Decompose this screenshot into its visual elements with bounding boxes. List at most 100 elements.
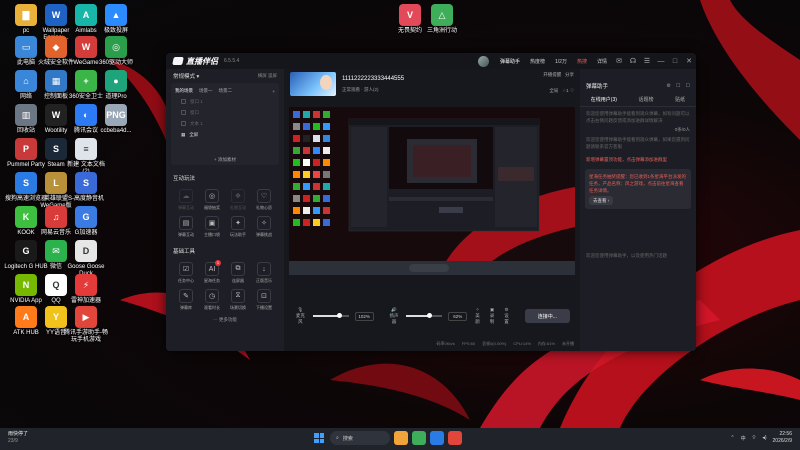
microphone-percent[interactable]: 102% [354,311,374,321]
metric-detail[interactable]: 详情 [592,58,612,65]
desktop-icon[interactable]: ● 道理Pro [94,70,138,101]
connect-button[interactable]: 连接中... [524,309,571,323]
tool-button[interactable]: ♡ 礼物心愿 [251,189,277,211]
user-avatar[interactable] [477,55,489,67]
taskbar-app-icon[interactable] [412,431,426,445]
close-button[interactable]: ✕ [682,53,696,69]
title-bar[interactable]: 直播伴侣 6.5.5.4 弹幕助手 热度榜 1/2万 热搜 详情 ✉ ☊ ☰ —… [166,53,696,69]
checkbox-icon[interactable] [181,110,186,115]
desktop-icon[interactable]: ▶ 腾讯手游助手-畅玩手机游戏 [64,306,108,344]
live-companion-window[interactable]: 直播伴侣 6.5.5.4 弹幕助手 热度榜 1/2万 热搜 详情 ✉ ☊ ☰ —… [166,53,696,351]
microphone-control[interactable]: 🎙 麦克风 [294,307,307,325]
app-icon: ● [105,70,127,92]
live-reminder-button[interactable]: 开播提醒 [543,72,561,77]
speaker-control[interactable]: 🔊 扬声器 [388,307,401,325]
speaker-slider[interactable] [406,313,443,318]
room-cover[interactable] [290,72,336,96]
checkbox-icon[interactable] [181,99,186,104]
tool-button[interactable]: ⧖ 场景切换 [225,289,251,311]
tool-button[interactable]: ▤ 弹幕互动 [173,216,199,238]
record-button[interactable]: ▣ 录制 [488,307,497,325]
tab-stickers[interactable]: 贴纸 [675,96,685,103]
tool-button[interactable]: ⧉ 连屏器 [225,262,251,284]
landscape-toggle[interactable]: 横屏 [258,73,267,78]
scene-tab-1[interactable]: 场景一 [199,88,213,94]
tray-chevron-icon[interactable]: ⌃ [730,435,734,441]
tool-label: 正版音乐 [256,278,272,283]
desktop-icon[interactable]: △ 三角洲行动 [420,4,464,35]
slider-handle[interactable] [336,313,342,318]
scene-tab-2[interactable]: 场景二 [219,88,233,94]
tab-topics[interactable]: 话题榜 [639,96,654,103]
tool-button[interactable]: ☑ 任务中心 [173,262,199,284]
weather-widget[interactable]: 雨快停了 23/9 [8,431,28,445]
metric-rank[interactable]: 热度榜 [525,58,550,65]
maximize-button[interactable]: □ [668,53,682,69]
tool-icon: ♡ [257,189,271,203]
app-icon: G [75,206,97,228]
desktop-icon[interactable]: S S-高度静音机 [64,172,108,203]
more-functions-button[interactable]: ··· 更多功能 [171,317,279,323]
menu-icon[interactable]: ☰ [640,53,654,69]
slider-handle[interactable] [426,313,432,318]
tab-online-users[interactable]: 在线用户(3) [591,96,617,103]
speaker-percent[interactable]: 62% [448,311,468,321]
source-item[interactable]: 窗口 [175,107,275,118]
desktop-icon[interactable]: DGoose Goose Duck [64,240,108,278]
tool-button[interactable]: ⊡ 下播设置 [251,289,277,311]
popout-icon[interactable]: ☐ [676,83,680,89]
taskbar-app-icon[interactable] [448,431,462,445]
taskbar-app-icon[interactable] [430,431,444,445]
mode-selector[interactable]: 常规模式 ▾ [173,72,199,80]
clock[interactable]: 22:56 2026/2/9 [773,431,792,445]
add-material-button[interactable]: + 添加素材 [171,157,279,163]
beauty-button[interactable]: ✧ 美颜 [473,307,482,325]
source-item[interactable]: 窗口 1 [175,96,275,107]
microphone-slider[interactable] [312,313,349,318]
tool-button[interactable]: ✦ 玩法助手 [225,216,251,238]
tool-icon: AI 1 [205,260,221,276]
tool-button[interactable]: ↓ 正版音乐 [251,262,277,284]
danmu-assist-tag[interactable]: 弹幕助手 [495,58,525,65]
tool-button[interactable]: AI 1 星海任务 [199,260,225,284]
tool-button[interactable]: ◎ 福袋抽奖 [199,189,225,211]
window-icon[interactable]: ☐ [686,83,690,89]
source-item[interactable]: ▦ 全屏 [175,129,275,140]
view-task-button[interactable]: 去查看 › [589,196,614,205]
message-icon[interactable]: ✉ [612,53,626,69]
desktop-icon[interactable]: ▲ 极致投屏 [94,4,138,35]
ime-indicator[interactable]: 中 [741,435,746,442]
desktop-icon[interactable]: PNG ccbeba4d... [94,104,138,135]
headset-icon[interactable]: ☊ [626,53,640,69]
stream-preview[interactable] [289,107,575,275]
tool-label: 观看时长 [204,305,220,310]
wifi-icon[interactable]: ⌔ [752,435,757,441]
source-item[interactable]: 文本 1 [175,118,275,129]
global-button[interactable]: 全局 [549,88,558,93]
tool-button[interactable]: ◷ 观看时长 [199,289,225,311]
taskbar-app-icon[interactable] [394,431,408,445]
share-button[interactable]: 分享 [565,72,574,77]
settings-button[interactable]: ⚙ 设置 [502,307,511,325]
add-scene-icon[interactable]: + [272,89,275,94]
desktop-icon[interactable]: ≡新建 文本文档 (2) [64,138,108,176]
settings-icon[interactable]: ⚙ [667,83,671,89]
metric-hot[interactable]: 热搜 [572,58,592,65]
checkbox-icon[interactable] [181,121,186,126]
tool-button[interactable]: ❖ 礼物互动 [225,189,251,211]
tool-button[interactable]: ▣ 主播口袋 [199,216,225,238]
start-button[interactable] [312,431,326,445]
desktop-icon[interactable]: G G加速器 [64,206,108,237]
portrait-toggle[interactable]: 竖屏 [268,73,277,78]
desktop-icon[interactable]: ⚡ 雷神加速器 [64,274,108,305]
desktop-icon[interactable]: ◎ 360驱动大师 [94,36,138,67]
weather-title: 雨快停了 [8,431,29,437]
taskbar-search[interactable]: ⌕ 搜索 [330,431,390,445]
minimize-button[interactable]: — [654,53,668,69]
tool-button[interactable]: ✧ 弹幕挑战 [251,216,277,238]
room-title[interactable]: 1111222223333444555 [342,76,404,82]
tool-button[interactable]: ☁ 弹幕互动 [173,189,199,211]
interact-title: 互动玩法 [173,176,196,182]
volume-icon[interactable]: ◂) [762,435,766,441]
tool-button[interactable]: ✎ 弹幕库 [173,289,199,311]
